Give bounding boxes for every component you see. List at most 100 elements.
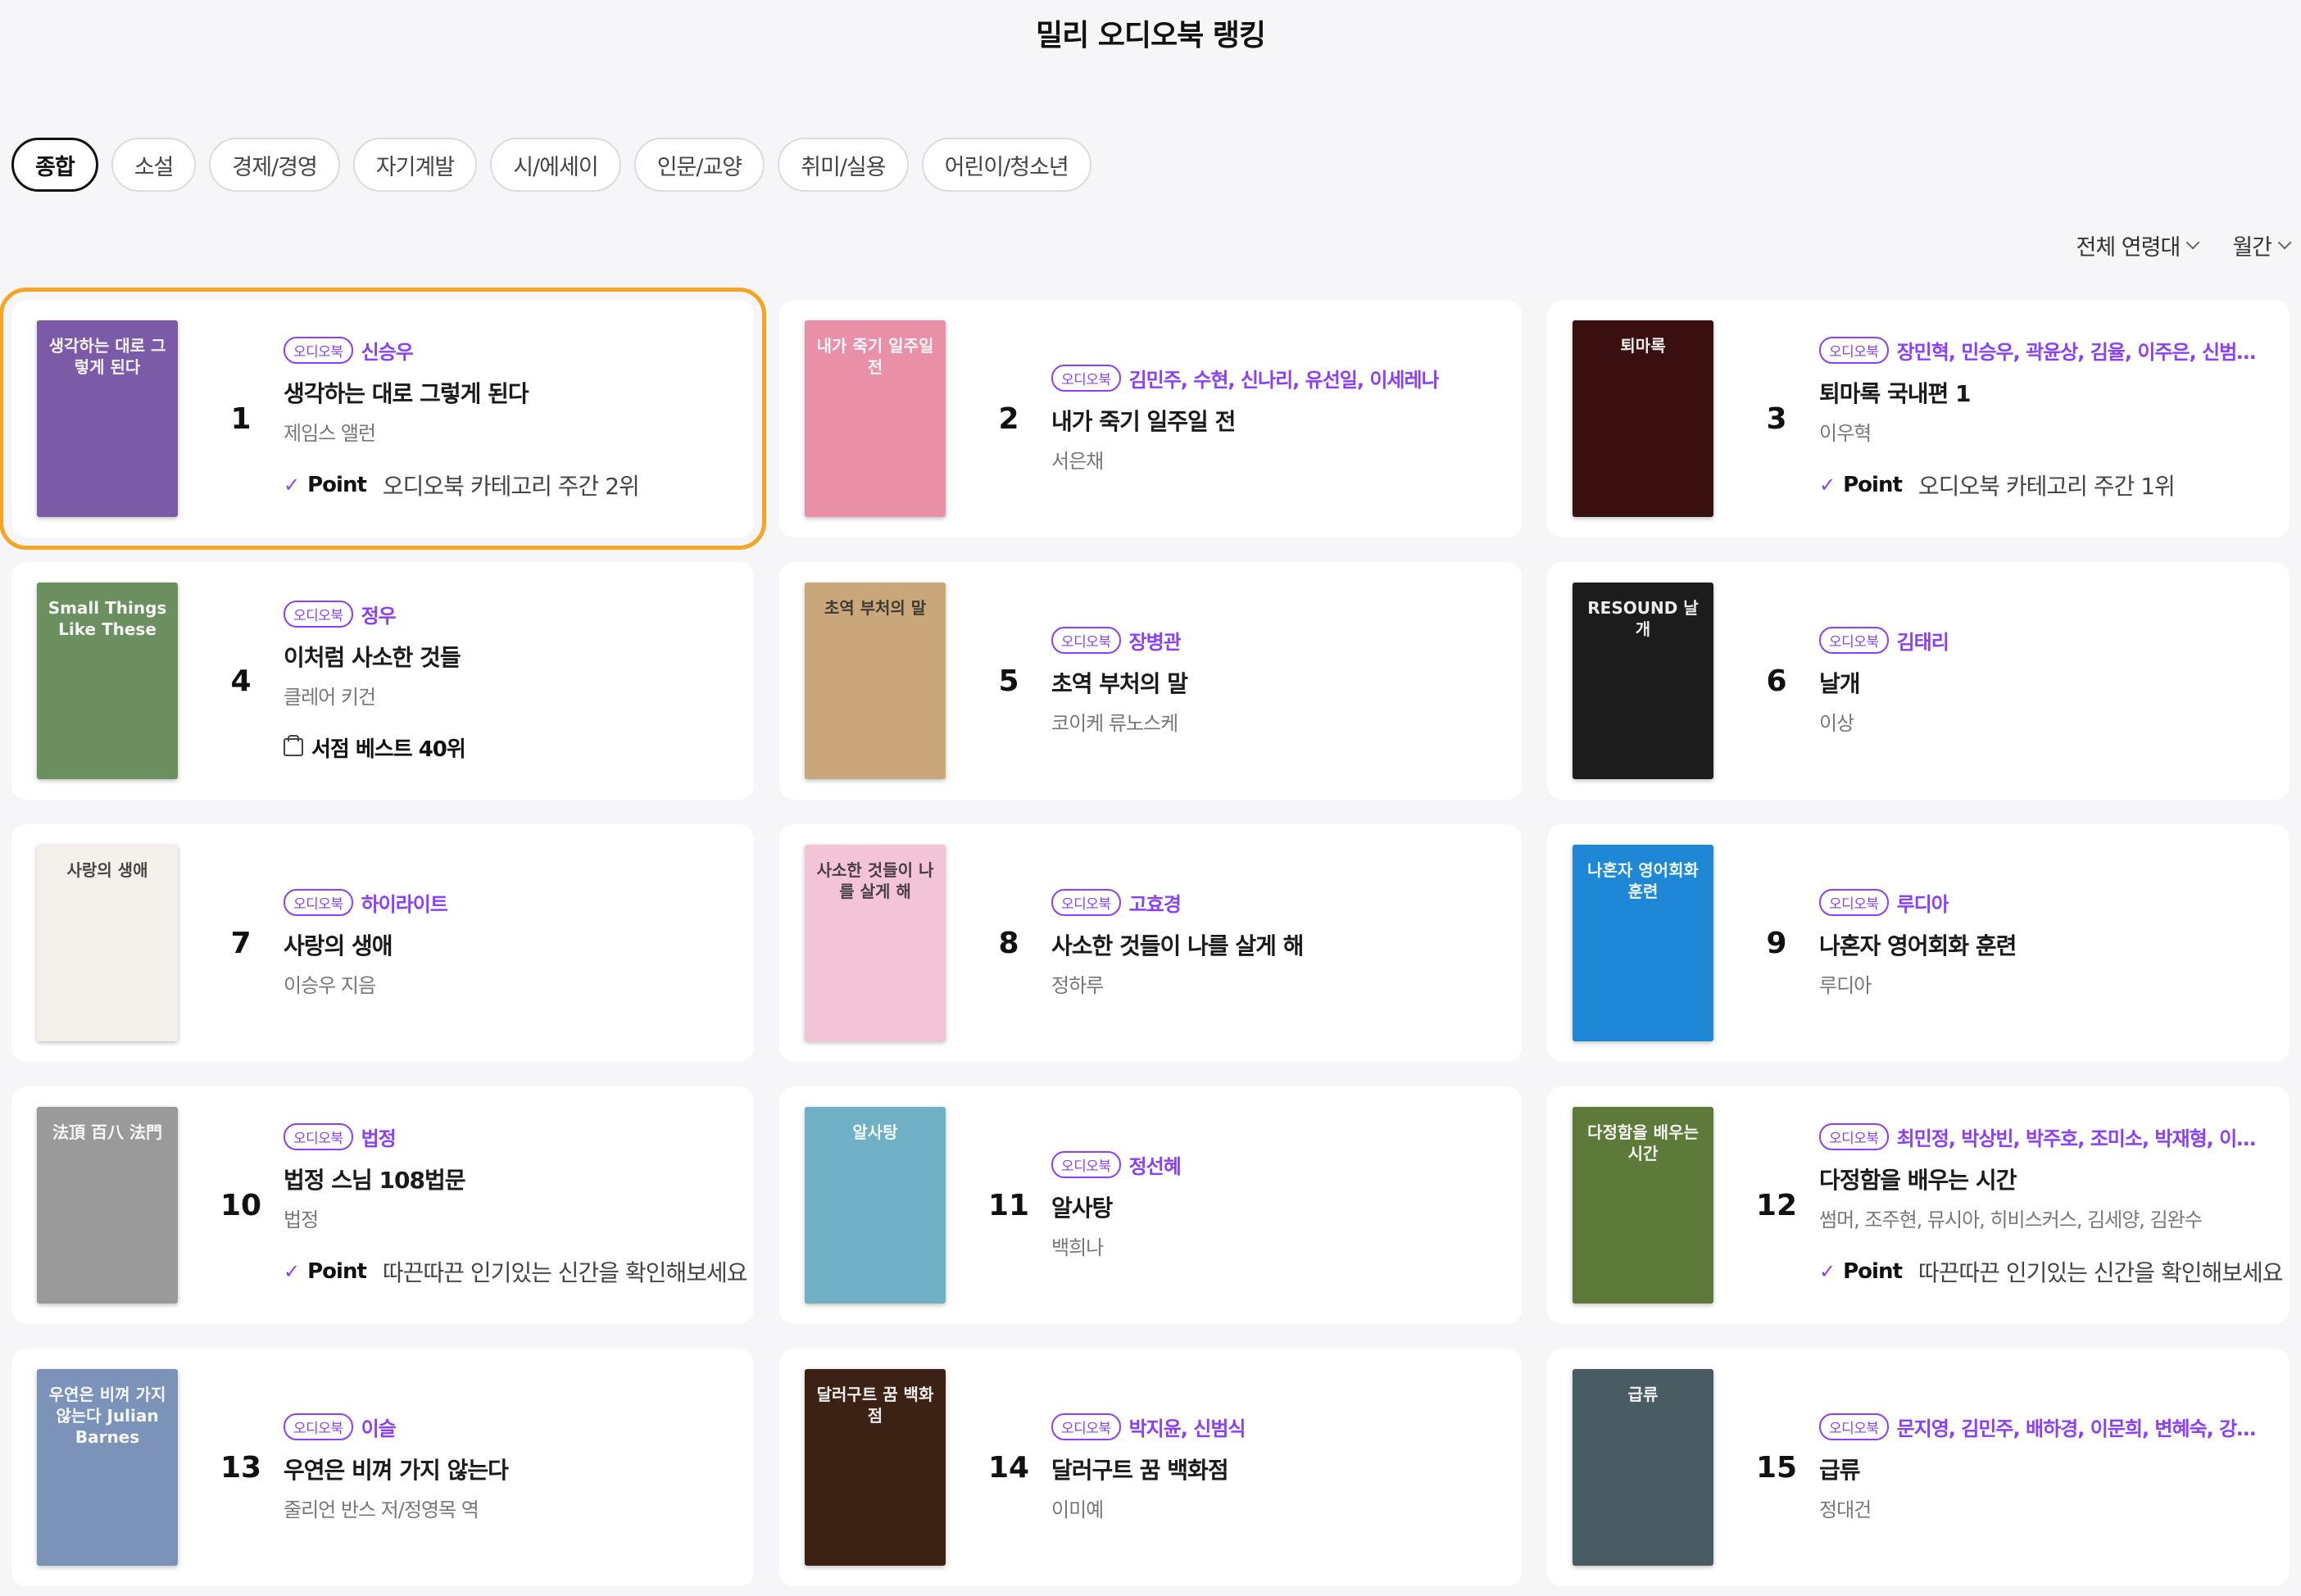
book-card[interactable]: 생각하는 대로 그렇게 된다 1 오디오북 신승우 생각하는 대로 그렇게 된다… bbox=[0, 288, 766, 550]
narrator: 정우 bbox=[361, 604, 396, 628]
book-info: 오디오북 박지윤, 신범식 달러구트 꿈 백화점 이미예 bbox=[1051, 1349, 1502, 1586]
point-label: Point bbox=[307, 1259, 367, 1284]
book-title[interactable]: 이처럼 사소한 것들 bbox=[284, 640, 734, 673]
meta-row: 오디오북 신승우 bbox=[284, 336, 734, 365]
audiobook-badge: 오디오북 bbox=[1051, 1413, 1121, 1440]
point-note: ✓ Point 오디오북 카테고리 주간 2위 bbox=[284, 469, 734, 501]
book-title[interactable]: 나혼자 영어회화 훈련 bbox=[1819, 928, 2270, 961]
book-info: 오디오북 장민혁, 민승우, 곽윤상, 김율, 이주은, 신범식, … 퇴마록 … bbox=[1819, 300, 2270, 537]
book-title[interactable]: 초역 부처의 말 bbox=[1051, 666, 1502, 699]
page-title: 밀리 오디오북 랭킹 bbox=[1035, 19, 1266, 52]
book-info: 오디오북 신승우 생각하는 대로 그렇게 된다 제임스 앨런 ✓ Point 오… bbox=[284, 300, 734, 537]
point-text: 따끈따끈 인기있는 신간을 확인해보세요 bbox=[382, 1259, 748, 1286]
book-title[interactable]: 급류 bbox=[1819, 1453, 2270, 1485]
meta-row: 오디오북 고효경 bbox=[1051, 888, 1502, 917]
narrator: 박지윤, 신범식 bbox=[1128, 1417, 1246, 1440]
book-card[interactable]: 급류 15 오디오북 문지영, 김민주, 배하경, 이문희, 변혜숙, 강용석…… bbox=[1547, 1349, 2290, 1586]
book-title[interactable]: 퇴마록 국내편 1 bbox=[1819, 376, 2270, 409]
book-card[interactable]: 내가 죽기 일주일 전 2 오디오북 김민주, 수현, 신나리, 유선일, 이세… bbox=[779, 300, 1522, 537]
book-cover[interactable]: 달러구트 꿈 백화점 bbox=[805, 1369, 946, 1566]
book-cover[interactable]: 사소한 것들이 나를 살게 해 bbox=[805, 845, 946, 1041]
book-cover[interactable]: 내가 죽기 일주일 전 bbox=[805, 320, 946, 517]
audiobook-badge: 오디오북 bbox=[284, 889, 353, 916]
cover-text: 달러구트 꿈 백화점 bbox=[816, 1385, 934, 1426]
audiobook-badge: 오디오북 bbox=[1819, 1123, 1889, 1150]
book-info: 오디오북 법정 법정 스님 108법문 법정 ✓ Point 따끈따끈 인기있는… bbox=[284, 1086, 748, 1324]
book-title[interactable]: 사랑의 생애 bbox=[284, 928, 734, 961]
book-title[interactable]: 법정 스님 108법문 bbox=[284, 1163, 734, 1195]
tab-novel[interactable]: 소설 bbox=[111, 138, 197, 192]
book-card[interactable]: 나혼자 영어회화 훈련 9 오디오북 루디아 나혼자 영어회화 훈련 루디아 bbox=[1547, 824, 2290, 1062]
audiobook-badge: 오디오북 bbox=[1819, 337, 1889, 364]
book-author: 코이케 류노스케 bbox=[1051, 712, 1178, 735]
book-card[interactable]: 초역 부처의 말 5 오디오북 장병관 초역 부처의 말 코이케 류노스케 bbox=[779, 562, 1522, 800]
book-title[interactable]: 내가 죽기 일주일 전 bbox=[1051, 404, 1502, 437]
narrator: 정선혜 bbox=[1128, 1155, 1181, 1178]
book-title[interactable]: 우연은 비껴 가지 않는다 bbox=[284, 1453, 734, 1485]
audiobook-badge: 오디오북 bbox=[1051, 365, 1121, 392]
book-cover[interactable]: 알사탕 bbox=[805, 1107, 946, 1304]
meta-row: 오디오북 정선혜 bbox=[1051, 1150, 1502, 1179]
book-cover[interactable]: 法頂 百八 法門 bbox=[37, 1107, 178, 1304]
check-icon: ✓ bbox=[1819, 1260, 1836, 1283]
narrator: 고효경 bbox=[1128, 893, 1181, 916]
book-card[interactable]: 法頂 百八 法門 10 오디오북 법정 법정 스님 108법문 법정 ✓ Poi… bbox=[11, 1086, 754, 1324]
period-filter-dropdown[interactable]: 월간 bbox=[2232, 229, 2292, 261]
audiobook-badge: 오디오북 bbox=[1051, 1151, 1121, 1178]
book-author: 서은채 bbox=[1051, 450, 1104, 473]
tab-hobby[interactable]: 취미/실용 bbox=[778, 138, 909, 192]
book-title[interactable]: 달러구트 꿈 백화점 bbox=[1051, 1453, 1502, 1485]
book-card[interactable]: Small Things Like These 4 오디오북 정우 이처럼 사소… bbox=[11, 562, 754, 800]
book-card[interactable]: 퇴마록 3 오디오북 장민혁, 민승우, 곽윤상, 김율, 이주은, 신범식, … bbox=[1547, 300, 2290, 537]
book-card[interactable]: 알사탕 11 오디오북 정선혜 알사탕 백희나 bbox=[779, 1086, 1522, 1324]
book-info: 오디오북 루디아 나혼자 영어회화 훈련 루디아 bbox=[1819, 824, 2270, 1062]
book-info: 오디오북 고효경 사소한 것들이 나를 살게 해 정하루 bbox=[1051, 824, 1502, 1062]
book-cover[interactable]: 사랑의 생애 bbox=[37, 845, 178, 1041]
book-card[interactable]: 우연은 비껴 가지 않는다 Julian Barnes 13 오디오북 이슬 우… bbox=[11, 1349, 754, 1586]
point-label: Point bbox=[1843, 1259, 1903, 1284]
book-title[interactable]: 다정함을 배우는 시간 bbox=[1819, 1163, 2270, 1195]
age-filter-dropdown[interactable]: 전체 연령대 bbox=[2076, 229, 2200, 261]
cover-text: 내가 죽기 일주일 전 bbox=[816, 336, 934, 377]
book-cover[interactable]: 생각하는 대로 그렇게 된다 bbox=[37, 320, 178, 517]
book-author: 루디아 bbox=[1819, 974, 1872, 997]
book-cover[interactable]: RESOUND 날개 bbox=[1573, 583, 1713, 779]
book-title[interactable]: 생각하는 대로 그렇게 된다 bbox=[284, 376, 734, 409]
check-icon: ✓ bbox=[1819, 474, 1836, 496]
meta-row: 오디오북 루디아 bbox=[1819, 888, 2270, 917]
audiobook-badge: 오디오북 bbox=[1819, 889, 1889, 916]
period-filter-label: 월간 bbox=[2232, 235, 2272, 261]
tab-poetry[interactable]: 시/에세이 bbox=[490, 138, 621, 192]
book-title[interactable]: 날개 bbox=[1819, 666, 2270, 699]
rank-number: 13 bbox=[220, 1450, 262, 1485]
book-title[interactable]: 알사탕 bbox=[1051, 1190, 1502, 1223]
book-title[interactable]: 사소한 것들이 나를 살게 해 bbox=[1051, 928, 1502, 961]
book-info: 오디오북 정우 이처럼 사소한 것들 클레어 키건 서점 베스트 40위 bbox=[284, 562, 734, 800]
tab-children[interactable]: 어린이/청소년 bbox=[921, 138, 1092, 192]
tab-all[interactable]: 종합 bbox=[11, 138, 98, 192]
book-cover[interactable]: 급류 bbox=[1573, 1369, 1713, 1566]
book-cover[interactable]: Small Things Like These bbox=[37, 583, 178, 779]
tab-humanities[interactable]: 인문/교양 bbox=[633, 138, 765, 192]
audiobook-badge: 오디오북 bbox=[284, 337, 353, 364]
chevron-down-icon bbox=[2185, 235, 2200, 249]
book-cover[interactable]: 나혼자 영어회화 훈련 bbox=[1573, 845, 1713, 1041]
book-card[interactable]: 달러구트 꿈 백화점 14 오디오북 박지윤, 신범식 달러구트 꿈 백화점 이… bbox=[779, 1349, 1522, 1586]
cover-text: 法頂 百八 法門 bbox=[52, 1122, 162, 1142]
meta-row: 오디오북 법정 bbox=[284, 1122, 734, 1151]
book-card[interactable]: 사랑의 생애 7 오디오북 하이라이트 사랑의 생애 이승우 지음 bbox=[11, 824, 754, 1062]
narrator: 루디아 bbox=[1896, 893, 1949, 916]
point-label: Point bbox=[1843, 473, 1903, 497]
book-cover[interactable]: 퇴마록 bbox=[1573, 320, 1713, 517]
book-card[interactable]: 사소한 것들이 나를 살게 해 8 오디오북 고효경 사소한 것들이 나를 살게… bbox=[779, 824, 1522, 1062]
cover-text: 퇴마록 bbox=[1620, 336, 1666, 356]
tab-economy[interactable]: 경제/경영 bbox=[209, 138, 340, 192]
book-card[interactable]: RESOUND 날개 6 오디오북 김태리 날개 이상 bbox=[1547, 562, 2290, 800]
filters: 전체 연령대 월간 bbox=[2076, 229, 2292, 261]
book-cover[interactable]: 다정함을 배우는 시간 bbox=[1573, 1107, 1713, 1304]
book-cover[interactable]: 우연은 비껴 가지 않는다 Julian Barnes bbox=[37, 1369, 178, 1566]
book-card[interactable]: 다정함을 배우는 시간 12 오디오북 최민정, 박상빈, 박주호, 조미소, … bbox=[1547, 1086, 2290, 1324]
tab-self-help[interactable]: 자기계발 bbox=[352, 138, 478, 192]
book-cover[interactable]: 초역 부처의 말 bbox=[805, 583, 946, 779]
meta-row: 오디오북 하이라이트 bbox=[284, 888, 734, 917]
